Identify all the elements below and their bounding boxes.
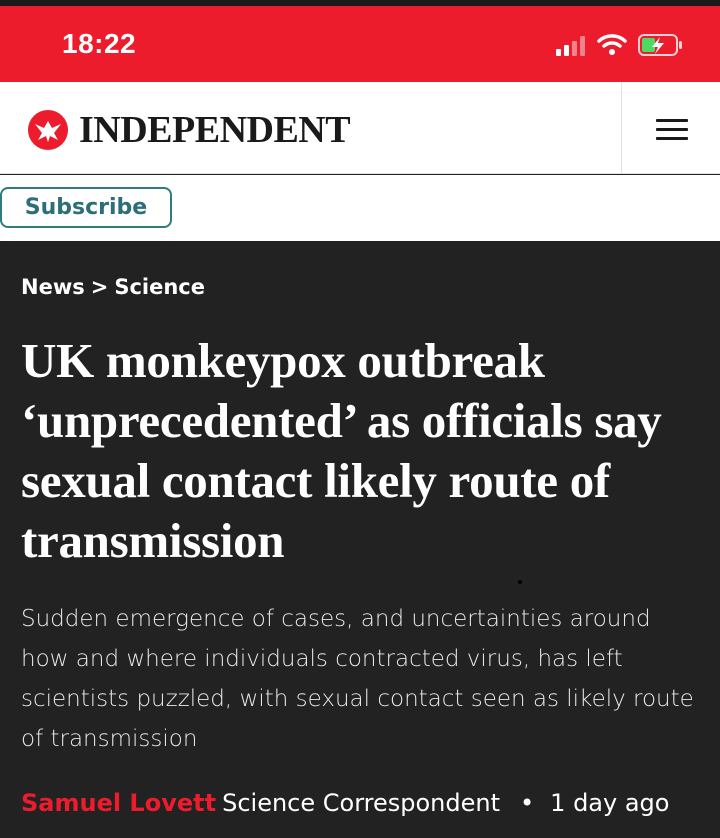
byline: Samuel Lovett Science Correspondent • 1 day… xyxy=(21,789,711,817)
subscribe-bar: Subscribe xyxy=(0,175,720,241)
author-role: Science Correspondent xyxy=(222,789,501,817)
byline-separator: • xyxy=(520,789,535,817)
publish-time: 1 day ago xyxy=(550,789,670,817)
screen-speck xyxy=(518,580,522,584)
article-headline: UK monkeypox outbreak ‘unprecedented’ as… xyxy=(21,333,662,568)
status-time: 18:22 xyxy=(62,28,137,59)
status-bar: 18:22 xyxy=(0,6,720,82)
hamburger-menu-icon[interactable] xyxy=(622,82,720,174)
article-header: News > Science UK monkeypox outbreak ‘unpr… xyxy=(0,241,720,838)
breadcrumb: News > Science xyxy=(21,275,205,299)
eagle-icon[interactable] xyxy=(27,109,69,151)
wifi-icon xyxy=(597,34,627,55)
breadcrumb-separator: > xyxy=(90,275,109,299)
battery-charging-icon xyxy=(638,34,682,56)
author-link[interactable]: Samuel Lovett xyxy=(21,789,216,817)
site-header: INDEPENDENT xyxy=(0,82,720,174)
breadcrumb-science[interactable]: Science xyxy=(114,275,205,299)
article-standfirst: Sudden emergence of cases, and uncertain… xyxy=(21,606,694,752)
breadcrumb-news[interactable]: News xyxy=(21,275,85,299)
cellular-signal-icon xyxy=(556,36,585,56)
site-logo[interactable]: INDEPENDENT xyxy=(79,108,351,152)
subscribe-button[interactable]: Subscribe xyxy=(0,187,172,228)
